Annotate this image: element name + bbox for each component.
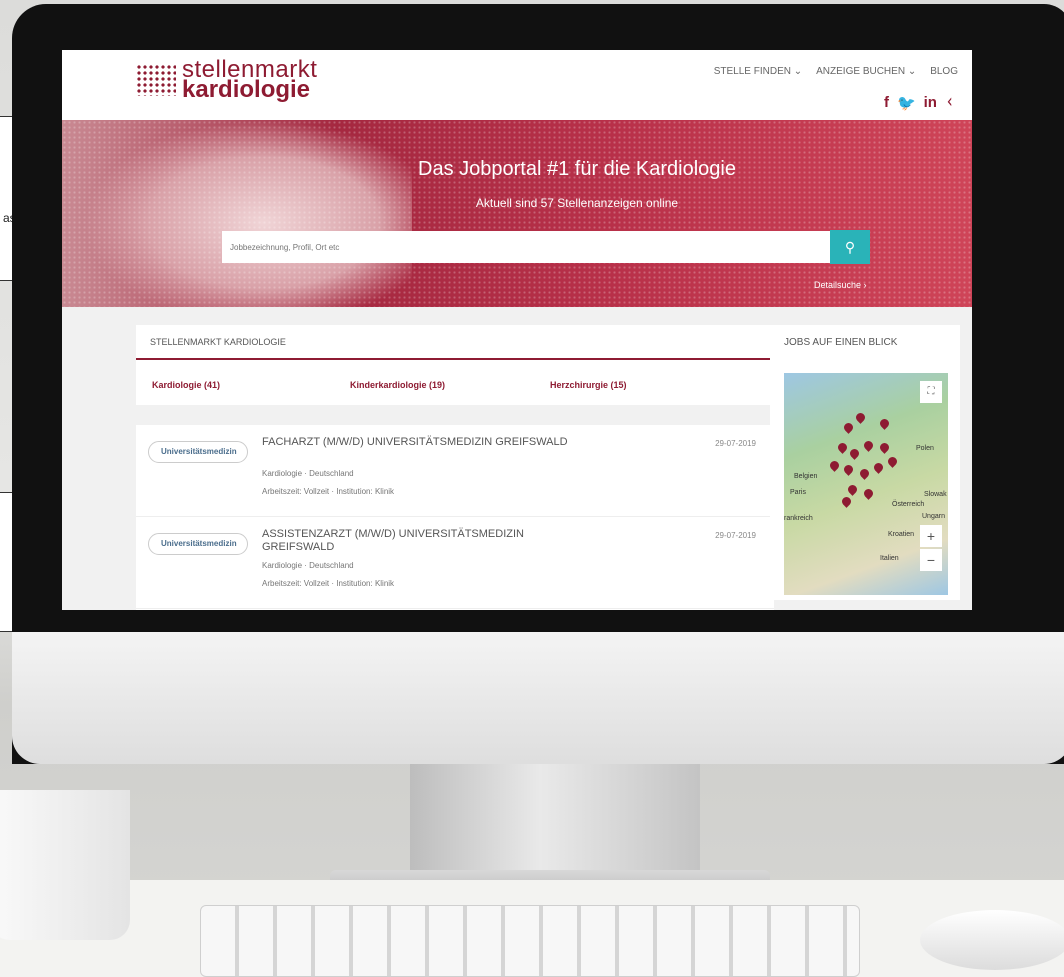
map-pin-icon[interactable] [848,447,861,460]
twitter-icon[interactable]: 🐦 [897,94,916,112]
hero-subtitle: Aktuell sind 57 Stellenanzeigen online [475,196,679,210]
hero-pattern [62,120,972,307]
map-label: Polen [916,445,934,452]
detail-search-link[interactable]: Detailsuche › [814,280,867,290]
job-meta-category: Kardiologie · Deutschland [262,561,354,570]
map-pin-icon[interactable] [836,441,849,454]
map-pin-icon[interactable] [840,495,853,508]
map-pin-icon[interactable] [858,467,871,480]
keyboard [200,905,860,977]
category-kinderkardiologie[interactable]: Kinderkardiologie (19) [350,380,445,390]
map-pin-icon[interactable] [828,459,841,472]
nav-anzeige-buchen[interactable]: ANZEIGE BUCHEN ⌄ [816,66,916,77]
fullscreen-button[interactable]: ⛶ [920,381,942,403]
main-nav: STELLE FINDEN ⌄ ANZEIGE BUCHEN ⌄ BLOG [714,66,958,77]
map-pin-icon[interactable] [878,417,891,430]
jobs-map[interactable]: Polen Belgien Paris rankreich Österreich… [784,373,948,595]
employer-logo: Universitätsmedizin [148,441,248,463]
divider [136,358,774,360]
job-meta-worktime: Arbeitszeit: Vollzeit · Institution: Kli… [262,487,395,496]
mouse [920,910,1064,970]
job-list: Universitätsmedizin FACHARZT (M/W/D) UNI… [136,425,774,610]
facebook-icon[interactable]: f [884,94,889,112]
map-label: Italien [880,555,899,562]
map-pin-icon[interactable] [846,483,859,496]
job-title[interactable]: FACHARZT (M/W/D) UNIVERSITÄTSMEDIZIN GRE… [262,436,582,449]
map-pin-icon[interactable] [842,463,855,476]
site-header: stellenmarkt kardiologie STELLE FINDEN ⌄… [62,50,972,120]
search-input[interactable] [222,231,832,263]
job-meta-category: Kardiologie · Deutschland [262,469,354,478]
map-pin-icon[interactable] [878,441,891,454]
map-label: Österreich [892,501,925,508]
category-herzchirurgie[interactable]: Herzchirurgie (15) [550,380,627,390]
linkedin-icon[interactable]: in [924,94,937,112]
site-logo[interactable]: stellenmarkt kardiologie [136,58,317,103]
monitor-chin [12,632,1064,764]
xing-icon[interactable]: ᚲ [945,94,954,112]
job-item[interactable]: Universitätsmedizin FACHARZT (M/W/D) UNI… [136,425,774,517]
map-label: Ungarn [922,513,945,520]
categories-panel: STELLENMARKT KARDIOLOGIE Kardiologie (41… [136,325,774,405]
job-meta-worktime: Arbeitszeit: Vollzeit · Institution: Kli… [262,579,395,588]
nav-stelle-finden[interactable]: STELLE FINDEN ⌄ [714,66,802,77]
job-date: 29-07-2019 [715,439,756,448]
map-label: Paris [790,489,806,496]
monitor-stand [410,764,700,884]
fullscreen-icon: ⛶ [927,386,935,397]
search-icon: ⚲ [844,239,856,255]
job-title[interactable]: ASSISTENZARZT (M/W/D) UNIVERSITÄTSMEDIZI… [262,528,582,554]
map-label: Belgien [794,473,818,480]
logo-line-2: kardiologie [182,76,311,103]
map-label: Slowak [924,491,947,498]
sidebar-heading: JOBS AUF EINEN BLICK [784,337,898,348]
zoom-out-button[interactable]: − [920,549,942,571]
hero-title: Das Jobportal #1 für die Kardiologie [418,158,736,180]
categories-heading: STELLENMARKT KARDIOLOGIE [150,337,286,347]
logo-dots-icon [136,64,176,96]
map-label: Kroatien [888,531,915,538]
employer-logo: Universitätsmedizin [148,533,248,555]
job-item[interactable]: Universitätsmedizin ASSISTENZARZT (M/W/D… [136,517,774,609]
map-pin-icon[interactable] [862,487,875,500]
cup [0,790,130,940]
zoom-in-button[interactable]: + [920,525,942,547]
map-pin-icon[interactable] [872,461,885,474]
hero-banner: Das Jobportal #1 für die Kardiologie Akt… [62,120,972,307]
map-pin-icon[interactable] [854,411,867,424]
map-label: rankreich [784,515,813,522]
map-sidebar: JOBS AUF EINEN BLICK Polen Belgien Paris… [770,325,960,600]
search-button[interactable]: ⚲ [830,230,870,264]
nav-blog[interactable]: BLOG [930,66,958,77]
website-screen: stellenmarkt kardiologie STELLE FINDEN ⌄… [62,50,972,610]
job-date: 29-07-2019 [715,531,756,540]
map-pin-icon[interactable] [862,439,875,452]
category-kardiologie[interactable]: Kardiologie (41) [152,380,220,390]
map-pin-icon[interactable] [886,455,899,468]
social-links: f 🐦 in ᚲ [884,94,954,112]
map-pin-icon[interactable] [842,421,855,434]
